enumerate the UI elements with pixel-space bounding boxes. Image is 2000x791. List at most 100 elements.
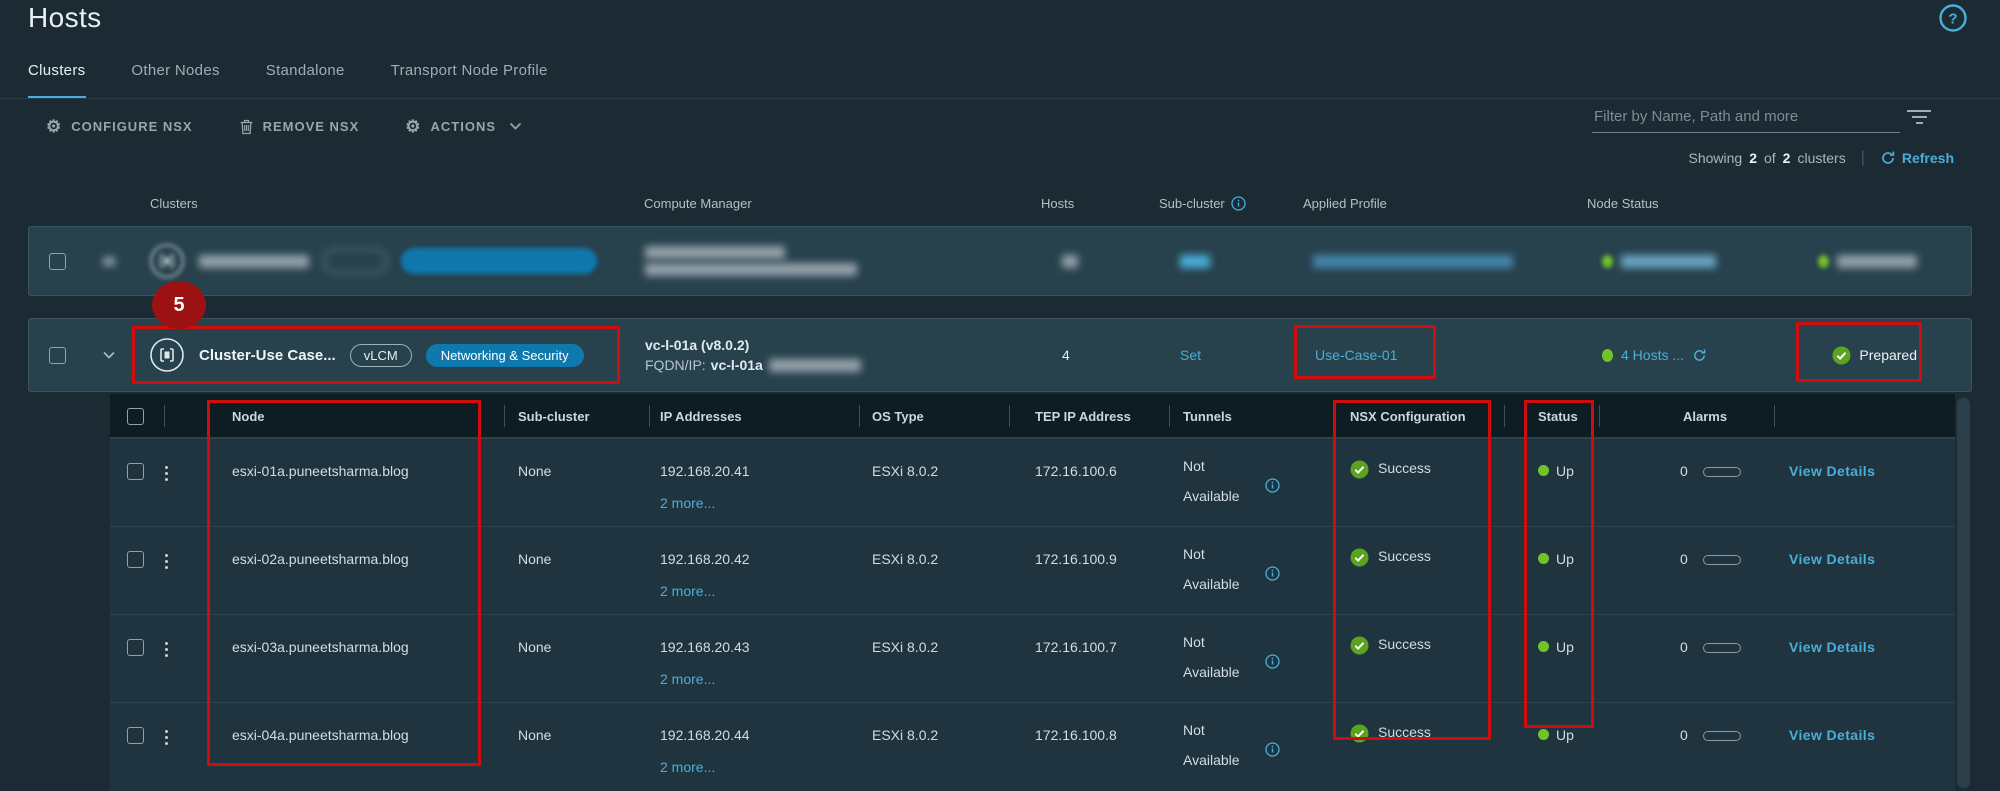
node-row[interactable]: esxi-02a.puneetsharma.blog None 192.168.… <box>110 526 1955 614</box>
kebab-menu-icon[interactable] <box>165 730 168 745</box>
row-checkbox[interactable] <box>127 551 144 568</box>
cluster-row-redacted[interactable] <box>28 226 1972 296</box>
tab-standalone[interactable]: Standalone <box>266 62 345 95</box>
node-ip: 192.168.20.41 <box>660 463 750 479</box>
toolbar: ⚙ CONFIGURE NSX REMOVE NSX ⚙ ACTIONS <box>46 118 522 135</box>
nsx-config-status: Success <box>1378 460 1431 476</box>
row-checkbox[interactable] <box>127 639 144 656</box>
alarms-count: 0 <box>1680 551 1688 567</box>
vlcm-badge: vLCM <box>350 344 412 367</box>
actions-button[interactable]: ⚙ ACTIONS <box>405 118 522 135</box>
info-icon[interactable] <box>1265 566 1280 581</box>
compute-manager-name: vc-l-01a (v8.0.2) <box>645 337 749 353</box>
nsx-config-status: Success <box>1378 548 1431 564</box>
scrollbar[interactable] <box>1957 398 1970 788</box>
col-hosts: Hosts <box>1030 196 1120 211</box>
node-os: ESXi 8.0.2 <box>872 463 938 479</box>
node-tunnels: Not Available <box>1183 451 1253 511</box>
node-sub-cluster: None <box>518 727 551 743</box>
collapse-chevron-icon[interactable] <box>101 347 117 363</box>
tabs-divider <box>0 98 2000 99</box>
view-details-link[interactable]: View Details <box>1789 727 1875 743</box>
redacted-compute-manager-fqdn <box>645 263 857 276</box>
applied-profile-link[interactable]: Use-Case-01 <box>1315 347 1397 363</box>
row-checkbox[interactable] <box>127 727 144 744</box>
cluster-name[interactable]: Cluster-Use Case... <box>199 347 336 364</box>
ip-more-link[interactable]: 2 more... <box>660 495 750 511</box>
help-icon[interactable]: ? <box>1938 3 1968 33</box>
hosts-status-link[interactable]: 4 Hosts ... <box>1621 347 1684 363</box>
tab-other-nodes[interactable]: Other Nodes <box>131 62 219 95</box>
kebab-menu-icon[interactable] <box>165 466 168 481</box>
redacted-expander[interactable] <box>103 257 115 266</box>
row-checkbox[interactable] <box>49 347 66 364</box>
alarms-bar <box>1703 731 1741 741</box>
alarms-count: 0 <box>1680 463 1688 479</box>
view-details-link[interactable]: View Details <box>1789 639 1875 655</box>
col-tep-ip: TEP IP Address <box>1035 409 1131 424</box>
nsx-config-status: Success <box>1378 724 1431 740</box>
redacted-vlcm-badge <box>323 249 387 273</box>
node-row[interactable]: esxi-01a.puneetsharma.blog None 192.168.… <box>110 438 1955 526</box>
node-sub-cluster: None <box>518 639 551 655</box>
col-status: Status <box>1538 409 1578 424</box>
remove-nsx-button[interactable]: REMOVE NSX <box>239 119 360 135</box>
success-check-icon <box>1350 724 1369 743</box>
annotation-step-badge: 5 <box>152 281 206 329</box>
info-icon[interactable] <box>1231 196 1246 211</box>
redacted-fqdn-suffix <box>769 359 861 372</box>
sub-cluster-set-link[interactable]: Set <box>1180 347 1201 363</box>
configure-nsx-button[interactable]: ⚙ CONFIGURE NSX <box>46 118 193 135</box>
node-ip: 192.168.20.43 <box>660 639 750 655</box>
filter-input[interactable] <box>1592 104 1900 133</box>
nodes-table: Node Sub-cluster IP Addresses OS Type TE… <box>110 394 1955 791</box>
alarms-bar <box>1703 643 1741 653</box>
ip-more-link[interactable]: 2 more... <box>660 583 750 599</box>
refresh-icon[interactable] <box>1692 348 1707 363</box>
col-alarms: Alarms <box>1683 409 1727 424</box>
summary-divider: | <box>1861 149 1865 167</box>
node-status: Up <box>1556 727 1574 743</box>
up-status-dot <box>1538 465 1549 476</box>
node-tunnels: Not Available <box>1183 539 1253 599</box>
status-dot-green <box>1818 255 1829 268</box>
cluster-row-use-case[interactable]: Cluster-Use Case... vLCM Networking & Se… <box>28 318 1972 392</box>
prepared-status-badge: Prepared <box>1832 346 1917 365</box>
ip-more-link[interactable]: 2 more... <box>660 671 750 687</box>
node-status: Up <box>1556 639 1574 655</box>
kebab-menu-icon[interactable] <box>165 554 168 569</box>
networking-security-badge: Networking & Security <box>426 344 584 367</box>
view-details-link[interactable]: View Details <box>1789 463 1875 479</box>
cluster-icon <box>149 337 185 373</box>
redacted-cluster-name <box>199 255 309 268</box>
prepared-label: Prepared <box>1859 347 1917 363</box>
success-check-icon <box>1350 636 1369 655</box>
alarms-bar <box>1703 555 1741 565</box>
check-circle-icon <box>1832 346 1851 365</box>
select-all-checkbox[interactable] <box>127 408 144 425</box>
ip-more-link[interactable]: 2 more... <box>660 759 750 775</box>
node-row[interactable]: esxi-04a.puneetsharma.blog None 192.168.… <box>110 702 1955 790</box>
node-os: ESXi 8.0.2 <box>872 551 938 567</box>
status-dot-green <box>1602 255 1613 268</box>
tab-clusters[interactable]: Clusters <box>28 62 85 95</box>
refresh-button[interactable]: Refresh <box>1880 150 1954 166</box>
kebab-menu-icon[interactable] <box>165 642 168 657</box>
node-ip: 192.168.20.44 <box>660 727 750 743</box>
chevron-down-icon <box>509 122 522 131</box>
node-row[interactable]: esxi-03a.puneetsharma.blog None 192.168.… <box>110 614 1955 702</box>
actions-label: ACTIONS <box>431 119 497 134</box>
tab-transport-node-profile[interactable]: Transport Node Profile <box>391 62 548 95</box>
node-name: esxi-04a.puneetsharma.blog <box>232 727 409 743</box>
filter-icon[interactable] <box>1906 110 1932 128</box>
row-checkbox[interactable] <box>49 253 66 270</box>
info-icon[interactable] <box>1265 654 1280 669</box>
summary-unit: clusters <box>1797 150 1845 166</box>
info-icon[interactable] <box>1265 742 1280 757</box>
summary-total: 2 <box>1783 150 1791 166</box>
row-checkbox[interactable] <box>127 463 144 480</box>
filter-box <box>1592 104 1932 133</box>
node-sub-cluster: None <box>518 551 551 567</box>
view-details-link[interactable]: View Details <box>1789 551 1875 567</box>
info-icon[interactable] <box>1265 478 1280 493</box>
